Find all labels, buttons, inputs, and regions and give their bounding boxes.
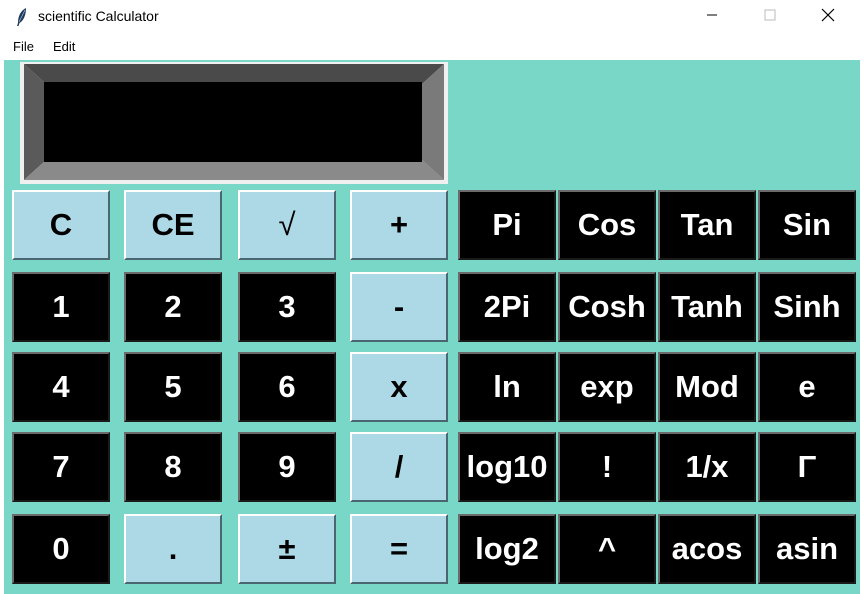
digit-4-button[interactable]: 4: [12, 352, 110, 422]
close-icon: [821, 8, 835, 27]
equals-button[interactable]: =: [350, 514, 448, 584]
decimal-button[interactable]: .: [124, 514, 222, 584]
tan-button[interactable]: Tan: [658, 190, 756, 260]
log2-button[interactable]: log2: [458, 514, 556, 584]
digit-3-button[interactable]: 3: [238, 272, 336, 342]
power-button[interactable]: ^: [558, 514, 656, 584]
plus-minus-button[interactable]: ±: [238, 514, 336, 584]
close-button[interactable]: [799, 0, 857, 34]
menu-file[interactable]: File: [13, 39, 34, 54]
display-frame: [20, 62, 448, 184]
add-button[interactable]: +: [350, 190, 448, 260]
ln-button[interactable]: ln: [458, 352, 556, 422]
clear-entry-button[interactable]: CE: [124, 190, 222, 260]
cos-button[interactable]: Cos: [558, 190, 656, 260]
gamma-button[interactable]: Γ: [758, 432, 856, 502]
cosh-button[interactable]: Cosh: [558, 272, 656, 342]
clear-button[interactable]: C: [12, 190, 110, 260]
feather-icon: [14, 7, 30, 27]
acos-button[interactable]: acos: [658, 514, 756, 584]
digit-8-button[interactable]: 8: [124, 432, 222, 502]
exp-button[interactable]: exp: [558, 352, 656, 422]
asin-button[interactable]: asin: [758, 514, 856, 584]
menu-bar: File Edit: [0, 36, 864, 60]
minimize-icon: [706, 8, 718, 26]
maximize-button[interactable]: [741, 0, 799, 34]
maximize-icon: [764, 8, 776, 26]
digit-9-button[interactable]: 9: [238, 432, 336, 502]
digit-0-button[interactable]: 0: [12, 514, 110, 584]
display-screen: [44, 82, 422, 162]
pi-button[interactable]: Pi: [458, 190, 556, 260]
digit-5-button[interactable]: 5: [124, 352, 222, 422]
menu-edit[interactable]: Edit: [53, 39, 75, 54]
digit-1-button[interactable]: 1: [12, 272, 110, 342]
subtract-button[interactable]: -: [350, 272, 448, 342]
digit-2-button[interactable]: 2: [124, 272, 222, 342]
two-pi-button[interactable]: 2Pi: [458, 272, 556, 342]
tanh-button[interactable]: Tanh: [658, 272, 756, 342]
reciprocal-button[interactable]: 1/x: [658, 432, 756, 502]
minimize-button[interactable]: [683, 0, 741, 34]
title-bar: scientific Calculator: [0, 0, 864, 34]
window-title: scientific Calculator: [38, 8, 159, 24]
mod-button[interactable]: Mod: [658, 352, 756, 422]
sin-button[interactable]: Sin: [758, 190, 856, 260]
factorial-button[interactable]: !: [558, 432, 656, 502]
digit-6-button[interactable]: 6: [238, 352, 336, 422]
sinh-button[interactable]: Sinh: [758, 272, 856, 342]
e-button[interactable]: e: [758, 352, 856, 422]
digit-7-button[interactable]: 7: [12, 432, 110, 502]
log10-button[interactable]: log10: [458, 432, 556, 502]
divide-button[interactable]: /: [350, 432, 448, 502]
calculator-body: C CE √ + 1 2 3 - 4 5 6 x 7 8 9 / 0 . ± =…: [4, 60, 860, 594]
sqrt-button[interactable]: √: [238, 190, 336, 260]
multiply-button[interactable]: x: [350, 352, 448, 422]
